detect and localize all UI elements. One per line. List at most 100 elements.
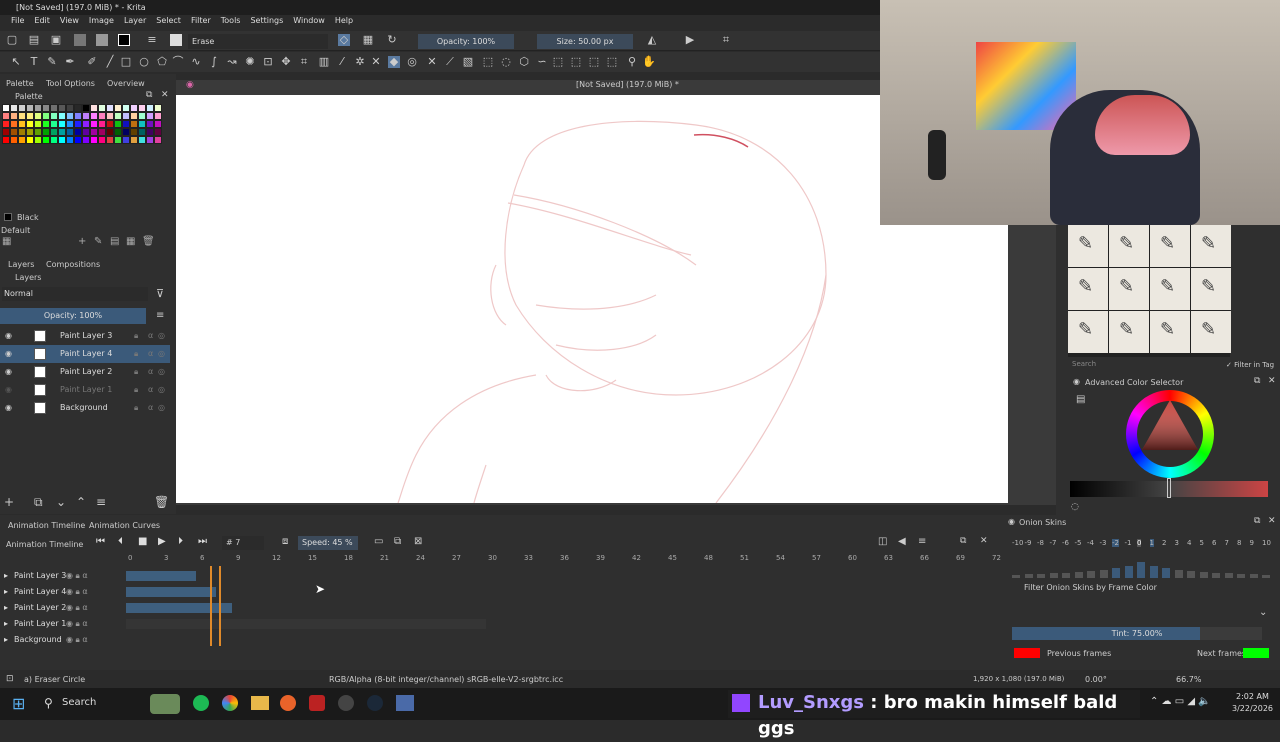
palette-swatch[interactable] [106, 104, 114, 112]
color-sampler-icon[interactable]: ⁄ [336, 56, 348, 68]
brush-preset-tile[interactable]: ✎ [1109, 268, 1149, 310]
timeline-menu-icon[interactable]: ≡ [918, 536, 926, 547]
palette-swatch[interactable] [130, 136, 138, 144]
float-docker-icon[interactable]: ⧉ [146, 90, 152, 100]
palette-swatch[interactable] [66, 112, 74, 120]
onion-frame-number[interactable]: -3 [1100, 539, 1107, 547]
add-layer-icon[interactable]: + [4, 495, 14, 509]
palette-swatch[interactable] [74, 136, 82, 144]
layer-name[interactable]: Paint Layer 4 [60, 345, 112, 363]
timeline-layer-row[interactable]: ▸ Paint Layer 2 ◉ 🔒︎ α [0, 600, 1000, 616]
filter-in-tag-checkbox[interactable]: ✓ Filter in Tag [1226, 361, 1274, 369]
alpha-lock-icon[interactable]: α [148, 399, 153, 417]
palette-swatch[interactable] [138, 104, 146, 112]
brush-preset-tile[interactable]: ✎ [1068, 268, 1108, 310]
palette-swatch[interactable] [98, 112, 106, 120]
close-onion-icon[interactable]: ✕ [1268, 516, 1276, 526]
bezier-select-icon[interactable]: ⬚ [588, 56, 600, 68]
palette-swatch[interactable] [90, 120, 98, 128]
visibility-eye-icon[interactable]: ◉ [5, 363, 12, 381]
palette-swatch[interactable] [154, 136, 162, 144]
obs-icon[interactable] [338, 695, 354, 711]
next-frame-icon[interactable]: ⏵ [178, 536, 183, 547]
palette-swatch[interactable] [98, 128, 106, 136]
palette-swatch[interactable] [138, 112, 146, 120]
widgets-icon[interactable] [150, 694, 180, 714]
onion-opacity-bar[interactable] [1249, 574, 1258, 578]
onion-opacity-bar[interactable] [1024, 574, 1033, 578]
onion-opacity-bar[interactable] [1037, 574, 1045, 578]
palette-swatch[interactable] [58, 120, 66, 128]
frame-number-field[interactable]: # 7 [222, 536, 264, 550]
palette-swatch[interactable] [98, 136, 106, 144]
palette-swatch[interactable] [106, 128, 114, 136]
settings-icon[interactable]: ⊠ [414, 536, 422, 547]
onion-frame-number[interactable]: -5 [1075, 539, 1082, 547]
layer-opacity-slider[interactable]: Opacity: 100% [0, 308, 146, 324]
save-icon[interactable]: ▣ [50, 34, 62, 46]
opacity-slider[interactable]: Opacity: 100% [418, 34, 514, 49]
palette-swatch[interactable] [74, 120, 82, 128]
search-icon[interactable]: ⚲ [44, 696, 53, 710]
playhead[interactable] [210, 566, 221, 646]
palette-swatch[interactable] [146, 112, 154, 120]
timeline-eye-icon[interactable]: ◉ 🔒︎ α [66, 600, 88, 616]
visibility-eye-icon[interactable]: ◉ [5, 381, 12, 399]
palette-swatch[interactable] [42, 112, 50, 120]
palette-swatch[interactable] [18, 120, 26, 128]
freehand-brush-icon[interactable]: ✐ [86, 56, 98, 68]
palette-swatch[interactable] [106, 112, 114, 120]
onion-opacity-bar[interactable] [1162, 568, 1170, 578]
edit-shapes-icon[interactable]: ✎ [46, 56, 58, 68]
palette-swatch[interactable] [82, 136, 90, 144]
onion-frame-number[interactable]: -9 [1025, 539, 1032, 547]
assistant-tool-icon[interactable]: ✕ [426, 56, 438, 68]
frame-ruler[interactable]: 0 3 6 9 12 15 18 21 24 27 30 33 36 39 42 45 48 51 54 57 60 63… [120, 554, 1001, 566]
palette-swatch[interactable] [58, 136, 66, 144]
palette-swatch[interactable] [10, 136, 18, 144]
empty-frames-block[interactable] [126, 619, 486, 629]
speed-field[interactable]: Speed: 45 % [298, 536, 358, 550]
palette-swatch[interactable] [114, 120, 122, 128]
color-wheel[interactable] [1126, 390, 1214, 478]
onion-frame-number[interactable]: -2 [1112, 539, 1119, 547]
brush-preset-tile[interactable]: ✎ [1068, 311, 1108, 353]
tab-overview[interactable]: Overview [107, 79, 145, 88]
close-color-icon[interactable]: ✕ [1268, 376, 1276, 386]
rect-select-icon[interactable]: ⬚ [482, 56, 494, 68]
palette-swatch[interactable] [34, 112, 42, 120]
brush-settings-icon[interactable]: ≡ [146, 34, 158, 46]
palette-swatch[interactable] [98, 120, 106, 128]
menu-help[interactable]: Help [330, 15, 358, 29]
polygon-select-icon[interactable]: ⬡ [518, 56, 530, 68]
palette-swatch[interactable] [122, 112, 130, 120]
smart-patch-icon[interactable]: ✕ [370, 56, 382, 68]
palette-swatch[interactable] [154, 120, 162, 128]
timeline-layer-row[interactable]: ▸ Paint Layer 4 ◉ 🔒︎ α [0, 584, 1000, 600]
move-tool-icon[interactable]: ✥ [280, 56, 292, 68]
palette-swatch[interactable] [82, 112, 90, 120]
palette-swatch[interactable] [34, 120, 42, 128]
palette-swatch[interactable] [74, 104, 82, 112]
tab-animation-timeline[interactable]: Animation Timeline [8, 521, 85, 530]
rectangle-tool-icon[interactable]: □ [120, 56, 132, 68]
tab-layers[interactable]: Layers [8, 260, 34, 269]
onion-opacity-bar[interactable] [1174, 570, 1183, 578]
onion-frame-number[interactable]: -8 [1037, 539, 1044, 547]
inherit-alpha-icon[interactable]: ◎ [158, 381, 165, 399]
onion-opacity-bar[interactable] [1137, 562, 1145, 578]
timeline-layer-row[interactable]: ▸ Background ◉ 🔒︎ α [0, 632, 1000, 648]
multibrush-icon[interactable]: ✺ [244, 56, 256, 68]
onion-frame-number[interactable]: 0 [1137, 539, 1142, 547]
palette-swatch[interactable] [122, 128, 130, 136]
palette-swatch[interactable] [146, 128, 154, 136]
onion-opacity-bar[interactable] [1187, 571, 1195, 578]
onion-opacity-bar[interactable] [1199, 572, 1208, 578]
first-frame-icon[interactable]: ⏮ [96, 536, 105, 547]
palette-swatch[interactable] [122, 136, 130, 144]
palette-swatch[interactable] [146, 104, 154, 112]
menu-view[interactable]: View [55, 15, 84, 29]
onion-frame-number[interactable]: -1 [1125, 539, 1132, 547]
magnetic-select-icon[interactable]: ⬚ [606, 56, 618, 68]
palette-swatch[interactable] [18, 104, 26, 112]
